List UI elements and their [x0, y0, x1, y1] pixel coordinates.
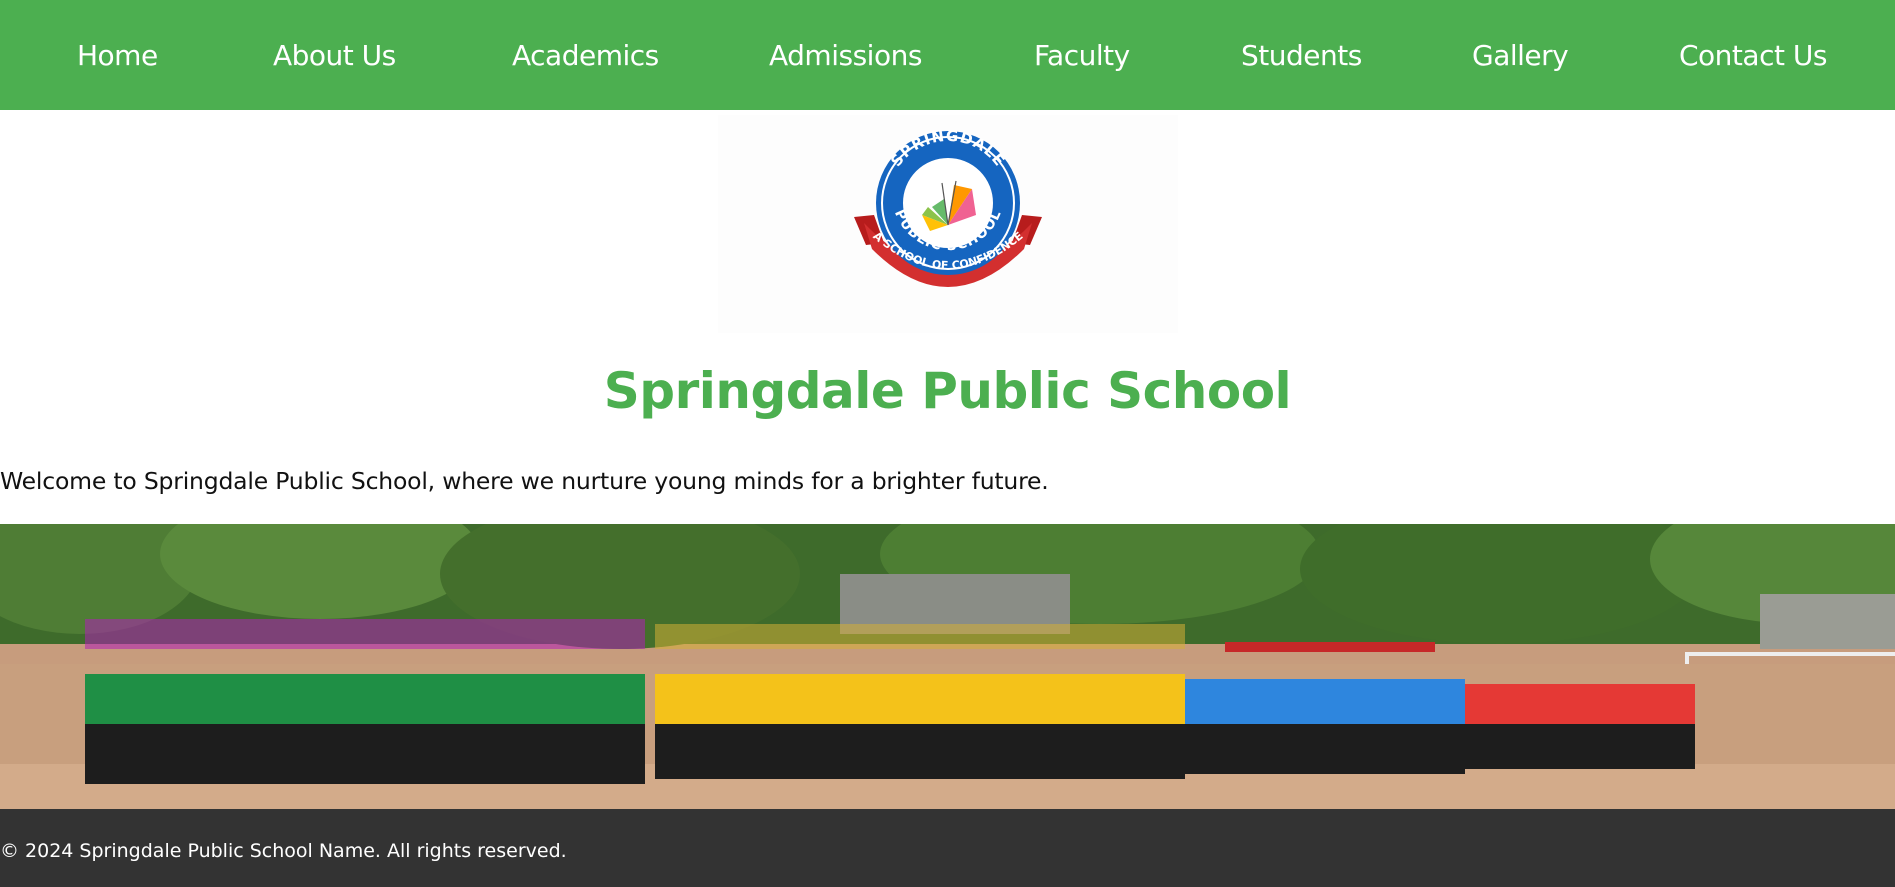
nav-faculty-link[interactable]: Faculty: [1034, 0, 1130, 110]
nav-home-link[interactable]: Home: [77, 0, 158, 110]
hero-image: [0, 524, 1895, 809]
nav-about-us-link[interactable]: About Us: [273, 0, 396, 110]
page-title: Springdale Public School: [603, 362, 1292, 420]
nav-gallery-link[interactable]: Gallery: [1472, 0, 1569, 110]
nav-admissions-link[interactable]: Admissions: [769, 0, 922, 110]
nav-academics-link[interactable]: Academics: [512, 0, 659, 110]
school-logo-emblem: SPRINGDALE PUBLIC SCHOOL A SCHOOL OF CON…: [854, 127, 1042, 287]
copyright-text: © 2024 Springdale Public School Name. Al…: [0, 840, 567, 862]
nav-students-link[interactable]: Students: [1241, 0, 1362, 110]
welcome-text: Welcome to Springdale Public School, whe…: [0, 467, 1049, 495]
main-navbar: Home About Us Academics Admissions Facul…: [0, 0, 1895, 110]
hero-photo: [0, 524, 1895, 809]
page-footer: © 2024 Springdale Public School Name. Al…: [0, 809, 1895, 887]
school-logo: SPRINGDALE PUBLIC SCHOOL A SCHOOL OF CON…: [718, 115, 1178, 333]
nav-contact-us-link[interactable]: Contact Us: [1679, 0, 1827, 110]
